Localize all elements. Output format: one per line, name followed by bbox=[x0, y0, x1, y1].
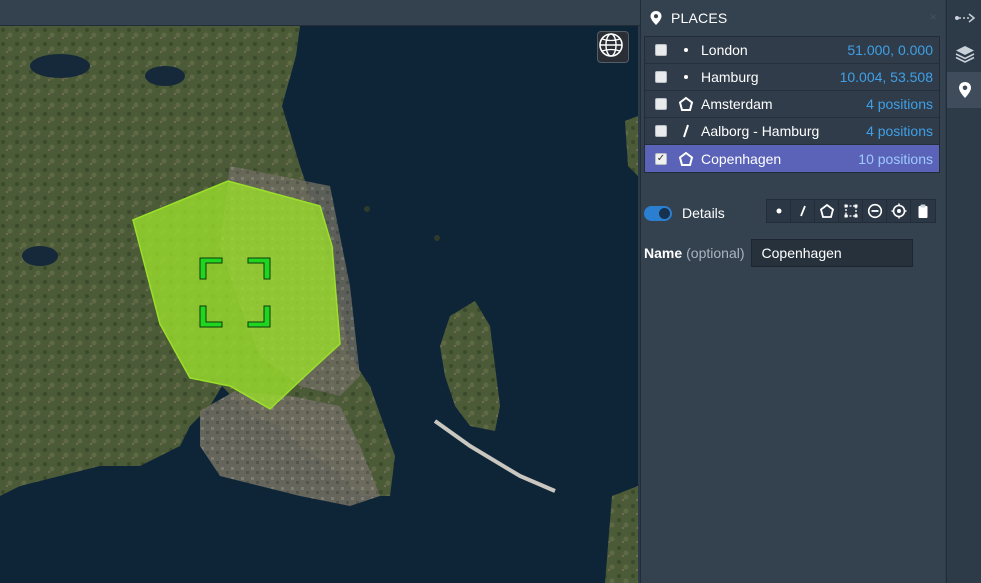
globe-icon bbox=[599, 33, 623, 57]
point-tool-button[interactable] bbox=[767, 200, 791, 222]
route-icon bbox=[954, 13, 975, 23]
checkbox[interactable] bbox=[655, 71, 667, 83]
lake bbox=[22, 246, 58, 266]
map-view[interactable] bbox=[0, 26, 638, 583]
rectangle-tool-icon bbox=[844, 204, 857, 218]
name-row: Name (optional) bbox=[644, 239, 913, 267]
place-row-hamburg[interactable]: Hamburg 10.004, 53.508 bbox=[645, 64, 939, 91]
map-pin-icon bbox=[958, 82, 971, 98]
details-toggle[interactable] bbox=[644, 205, 672, 221]
details-label: Details bbox=[682, 205, 725, 221]
map-canvas[interactable] bbox=[0, 26, 638, 583]
line-tool-icon bbox=[799, 205, 806, 217]
place-name: Amsterdam bbox=[701, 96, 773, 112]
remove-button[interactable] bbox=[863, 200, 887, 222]
places-panel: PLACES × London 51.000, 0.000 Hamburg 10… bbox=[640, 0, 945, 583]
islet bbox=[434, 235, 440, 241]
right-tool-rail bbox=[946, 0, 981, 583]
details-bar: Details bbox=[644, 199, 942, 227]
place-info: 4 positions bbox=[866, 96, 933, 112]
globe-button[interactable] bbox=[597, 31, 629, 63]
place-row-aalborg-hamburg[interactable]: Aalborg - Hamburg 4 positions bbox=[645, 118, 939, 145]
polygon-icon bbox=[677, 96, 695, 112]
map-top-bar bbox=[0, 0, 640, 26]
place-info: 10.004, 53.508 bbox=[839, 69, 933, 85]
map-pin-icon bbox=[650, 11, 662, 25]
rectangle-tool-button[interactable] bbox=[839, 200, 863, 222]
place-info: 51.000, 0.000 bbox=[847, 42, 933, 58]
place-name: Aalborg - Hamburg bbox=[701, 123, 820, 139]
checkbox[interactable] bbox=[655, 44, 667, 56]
place-row-amsterdam[interactable]: Amsterdam 4 positions bbox=[645, 91, 939, 118]
point-tool-icon bbox=[776, 208, 781, 214]
drawing-toolbar bbox=[766, 199, 936, 223]
name-optional-hint: (optional) bbox=[686, 245, 745, 261]
remove-circle-icon bbox=[867, 203, 882, 219]
target-icon bbox=[891, 203, 906, 219]
place-row-london[interactable]: London 51.000, 0.000 bbox=[645, 37, 939, 64]
place-row-copenhagen[interactable]: ✓ Copenhagen 10 positions bbox=[645, 145, 939, 172]
name-label-text: Name bbox=[644, 245, 683, 261]
layers-icon bbox=[955, 46, 974, 63]
name-input[interactable] bbox=[750, 239, 913, 267]
polygon-tool-button[interactable] bbox=[815, 200, 839, 222]
checkbox-checked[interactable]: ✓ bbox=[655, 152, 667, 165]
places-list: London 51.000, 0.000 Hamburg 10.004, 53.… bbox=[644, 36, 940, 173]
clipboard-button[interactable] bbox=[911, 200, 935, 222]
locate-button[interactable] bbox=[887, 200, 911, 222]
checkbox[interactable] bbox=[655, 98, 667, 110]
place-name: Copenhagen bbox=[701, 150, 782, 167]
line-tool-button[interactable] bbox=[791, 200, 815, 222]
checkbox[interactable] bbox=[655, 125, 667, 137]
point-icon bbox=[677, 69, 695, 85]
panel-title: PLACES bbox=[671, 10, 728, 26]
place-name: Hamburg bbox=[701, 69, 759, 85]
lake bbox=[30, 54, 90, 78]
place-info: 10 positions bbox=[858, 150, 933, 167]
panel-header: PLACES × bbox=[641, 0, 945, 36]
lake bbox=[145, 66, 185, 86]
islet bbox=[364, 206, 370, 212]
polygon-icon bbox=[677, 151, 695, 167]
place-info: 4 positions bbox=[866, 123, 933, 139]
point-icon bbox=[677, 42, 695, 58]
clipboard-icon bbox=[918, 204, 928, 218]
layers-button[interactable] bbox=[947, 36, 981, 72]
place-name: London bbox=[701, 42, 748, 58]
places-button[interactable] bbox=[947, 72, 981, 108]
line-icon bbox=[677, 123, 695, 139]
close-icon[interactable]: × bbox=[930, 10, 937, 24]
app-root: PLACES × London 51.000, 0.000 Hamburg 10… bbox=[0, 0, 981, 583]
polygon-tool-icon bbox=[819, 203, 834, 218]
route-button[interactable] bbox=[947, 0, 981, 36]
name-label: Name (optional) bbox=[644, 245, 745, 261]
